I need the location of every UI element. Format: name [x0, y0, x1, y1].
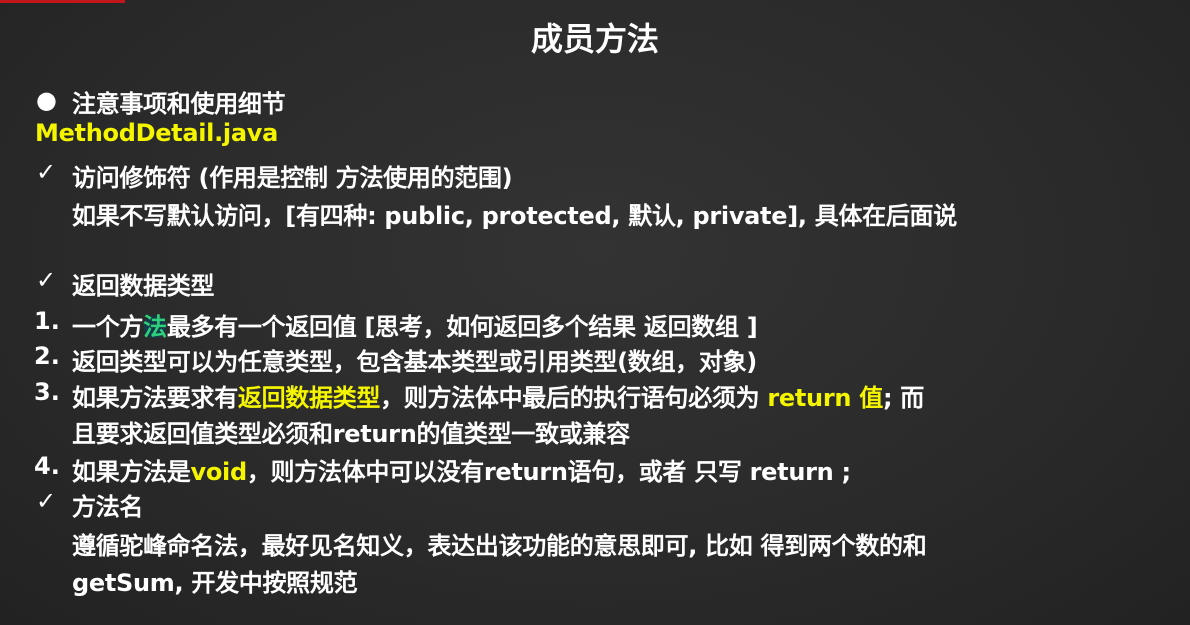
return-item-1: 一个方法最多有一个返回值 [思考，如何返回多个结果 返回数组 ]	[72, 307, 758, 342]
check-icon: ✓	[36, 158, 57, 186]
method-name-heading: 方法名	[72, 493, 144, 521]
bullet-icon: ●	[36, 86, 57, 114]
return-item-2: 返回类型可以为任意类型，包含基本类型或引用类型(数组，对象)	[72, 348, 757, 376]
item-number: 3.	[34, 378, 60, 406]
text: ; 而	[882, 384, 924, 412]
text: 如果方法要求有	[72, 384, 238, 412]
return-heading: 返回数据类型	[72, 272, 215, 300]
highlight-text: 返回数据类型	[237, 384, 381, 412]
check-icon: ✓	[36, 266, 57, 294]
section-heading: 注意事项和使用细节	[72, 90, 286, 118]
text: 一个方	[72, 313, 144, 341]
text: ，则方法体中最后的执行语句必须为	[380, 384, 768, 412]
return-item-4: 如果方法是void，则方法体中可以没有return语句，或者 只写 return…	[72, 452, 851, 487]
filename: MethodDetail.java	[35, 119, 278, 147]
slide-title: 成员方法	[530, 20, 659, 58]
item-number: 1.	[34, 307, 60, 335]
text: 如果方法是	[72, 458, 191, 486]
text: ，则方法体中可以没有return语句，或者 只写 return ;	[246, 458, 851, 486]
return-item-3: 如果方法要求有返回数据类型，则方法体中最后的执行语句必须为 return 值; …	[72, 378, 924, 413]
access-heading: 访问修饰符 (作用是控制 方法使用的范围)	[72, 164, 513, 192]
method-name-detail: 遵循驼峰命名法，最好见名知义，表达出该功能的意思即可, 比如 得到两个数的和	[72, 532, 927, 560]
method-name-detail-2: getSum, 开发中按照规范	[72, 569, 358, 597]
cursor-highlight: 法	[143, 313, 167, 341]
text: 最多有一个返回值 [思考，如何返回多个结果 返回数组 ]	[166, 313, 758, 341]
access-detail: 如果不写默认访问，[有四种: public, protected, 默认, pr…	[72, 202, 957, 230]
item-number: 2.	[34, 342, 60, 370]
highlight-text: void	[190, 458, 248, 486]
top-red-bar	[0, 0, 125, 3]
item-number: 4.	[34, 452, 60, 480]
return-item-3-cont: 且要求返回值类型必须和return的值类型一致或兼容	[72, 420, 630, 448]
highlight-text: return 值	[767, 384, 883, 412]
check-icon: ✓	[36, 487, 57, 515]
